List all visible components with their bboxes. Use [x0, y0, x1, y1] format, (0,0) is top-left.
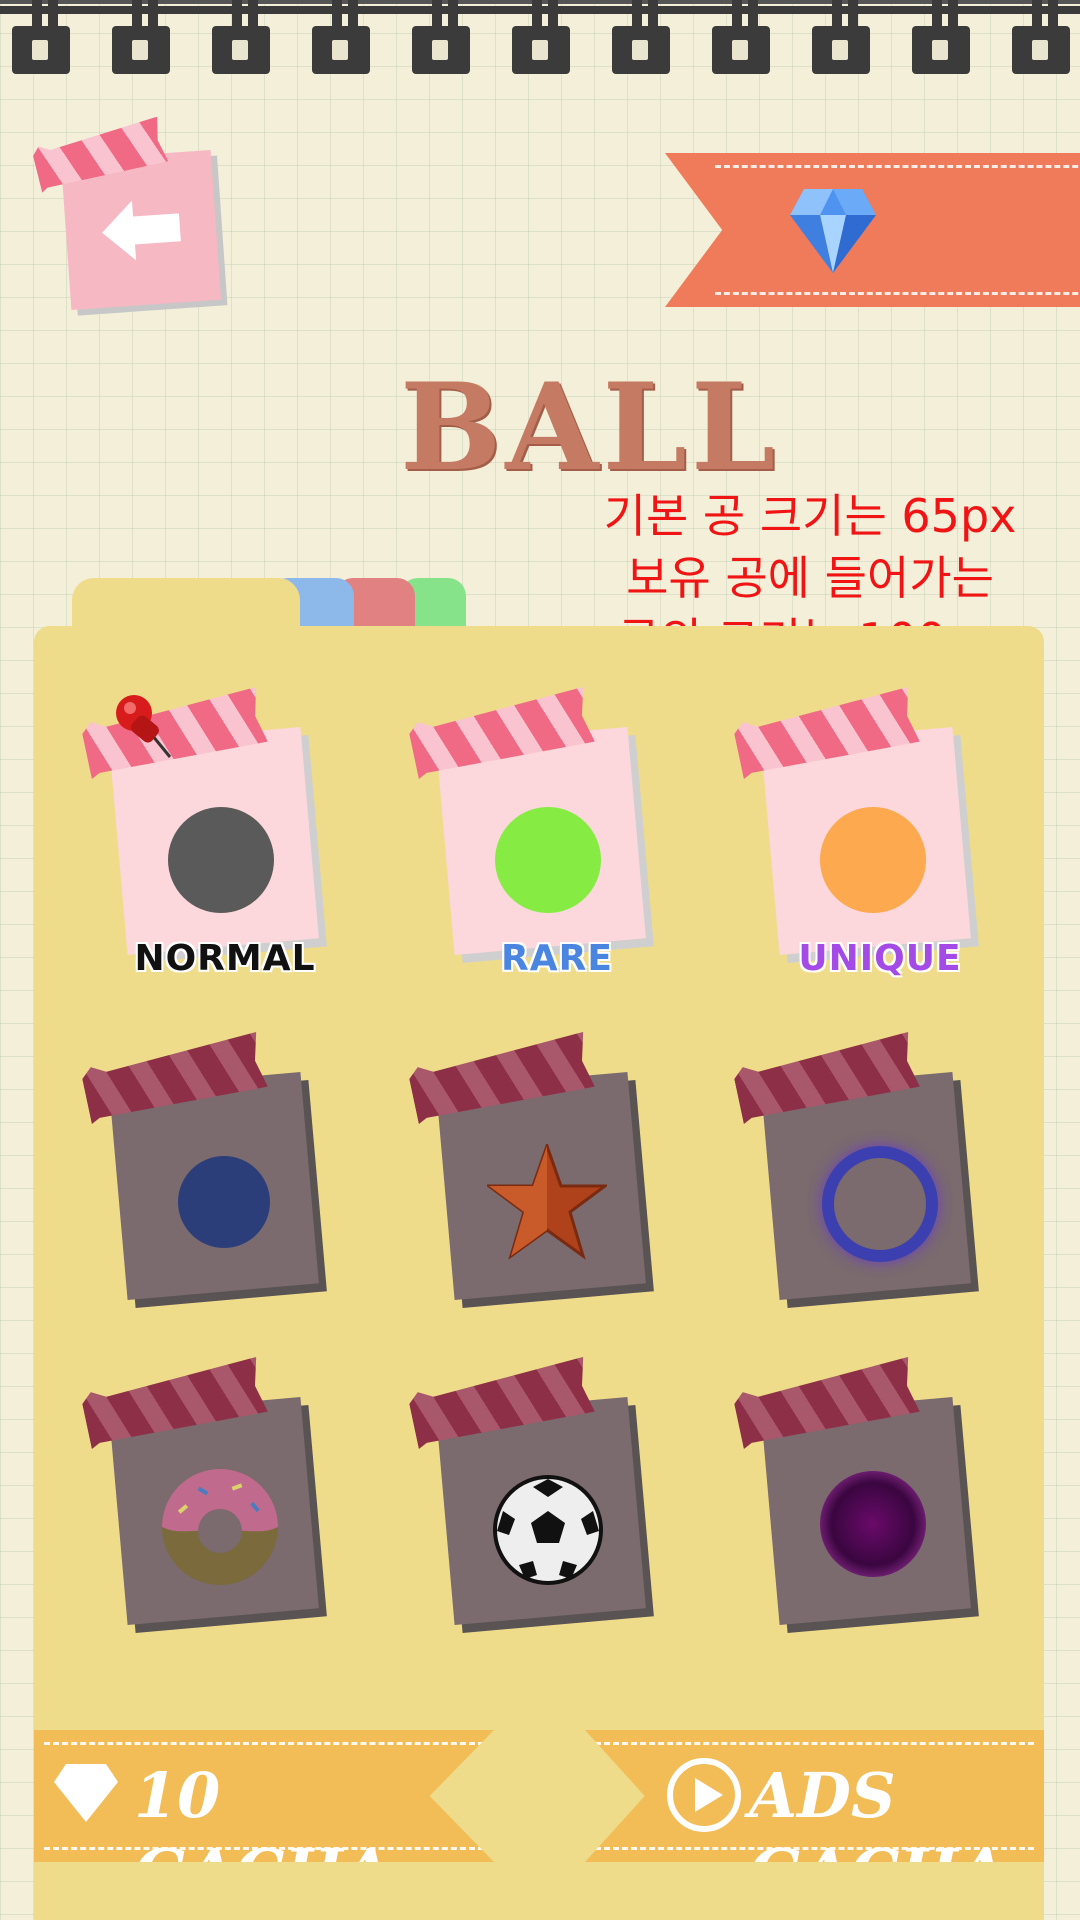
ball-card-locked[interactable]	[770, 1405, 979, 1633]
ribbon-stitching	[715, 165, 1080, 295]
binder-ring	[1012, 0, 1074, 78]
blue-ball-icon	[178, 1156, 270, 1248]
ball-card-locked[interactable]	[770, 1080, 979, 1308]
binder-ring	[912, 0, 974, 78]
unique-ball-icon	[820, 807, 926, 913]
star-ball-icon	[487, 1144, 607, 1260]
ball-card-locked[interactable]	[445, 1405, 654, 1633]
ball-card-locked[interactable]	[445, 1080, 654, 1308]
binder-ring	[312, 0, 374, 78]
binder-ring	[112, 0, 174, 78]
ads-gacha-button[interactable]: ADS GACHA	[585, 1730, 1044, 1862]
binder-ring	[412, 0, 474, 78]
back-button[interactable]	[61, 150, 222, 311]
ball-card-locked[interactable]	[118, 1080, 327, 1308]
rare-ball-icon	[495, 807, 601, 913]
binder-ring	[512, 0, 574, 78]
binder-ring	[712, 0, 774, 78]
diamond-icon	[790, 189, 876, 273]
dark-orb-ball-icon	[820, 1471, 926, 1577]
ball-card-locked[interactable]	[118, 1405, 327, 1633]
soccer-ball-icon	[493, 1475, 603, 1585]
gacha-10-button[interactable]: 10 GACHA	[34, 1730, 494, 1862]
binder-ring	[812, 0, 874, 78]
ball-card-unique[interactable]	[770, 735, 979, 963]
binder-ring	[12, 0, 74, 78]
binder-rings	[0, 0, 1080, 90]
diamond-icon	[54, 1764, 118, 1822]
binder-ring	[212, 0, 274, 78]
donut-ball-icon	[162, 1469, 278, 1585]
ball-label-normal: NORMAL	[134, 938, 316, 979]
ball-card-rare[interactable]	[445, 735, 654, 963]
back-arrow-icon	[102, 200, 181, 261]
normal-ball-icon	[168, 807, 274, 913]
pin-icon	[116, 695, 172, 758]
annotation-line-1: 기본 공 크기는 65px	[603, 489, 1017, 543]
binder-ring	[612, 0, 674, 78]
ball-label-rare: RARE	[501, 938, 613, 979]
tape-decoration	[31, 117, 168, 193]
play-icon	[667, 1758, 741, 1832]
ring-ball-icon	[822, 1146, 938, 1262]
page-title: BALL	[400, 357, 780, 498]
annotation-line-2: 보유 공에 들어가는	[626, 551, 994, 605]
ball-label-unique: UNIQUE	[798, 938, 962, 979]
ball-card-normal[interactable]	[118, 735, 327, 963]
